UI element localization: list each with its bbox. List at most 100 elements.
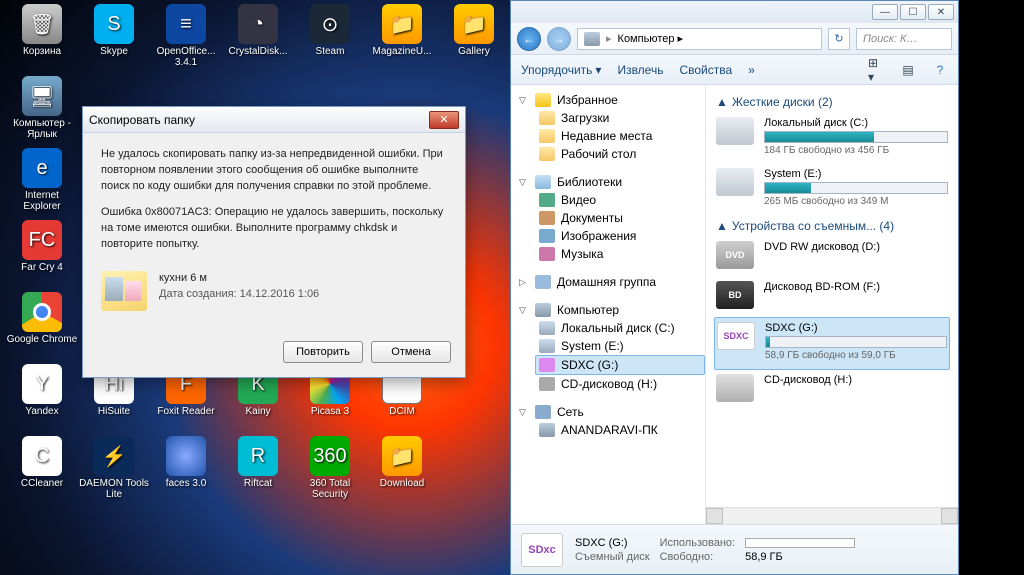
more-button[interactable]: »	[748, 63, 755, 77]
desktop-icon-ccleaner[interactable]: CCCleaner	[6, 434, 78, 506]
explorer-window: — ☐ ✕ ← → ▸ Компьютер ▸ ↻ Поиск: К… Упор…	[510, 0, 959, 575]
app-icon: ⊙	[310, 4, 350, 44]
app-icon	[166, 436, 206, 476]
drive-icon: BD	[716, 281, 754, 309]
app-icon: 📁	[382, 436, 422, 476]
preview-pane-icon[interactable]: ▤	[900, 62, 916, 78]
tree-group-header[interactable]: ▽Библиотеки	[519, 173, 705, 191]
app-icon: 🖥	[22, 76, 62, 116]
search-input[interactable]: Поиск: К…	[856, 28, 952, 50]
explorer-navbar: ← → ▸ Компьютер ▸ ↻ Поиск: К…	[511, 23, 958, 55]
refresh-button[interactable]: ↻	[828, 28, 850, 50]
drive-item[interactable]: Локальный диск (C:)184 ГБ свободно из 45…	[714, 113, 950, 164]
tree-group-header[interactable]: ▽Компьютер	[519, 301, 705, 319]
folder-icon	[101, 271, 147, 311]
drive-item[interactable]: CD-дисковод (H:)	[714, 370, 950, 410]
extract-button[interactable]: Извлечь	[617, 63, 663, 77]
drive-item[interactable]: System (E:)265 МБ свободно из 349 М	[714, 164, 950, 215]
tree-item[interactable]: Загрузки	[519, 109, 705, 127]
tree-group-header[interactable]: ▽Избранное	[519, 91, 705, 109]
dialog-close-button[interactable]: ✕	[429, 111, 459, 129]
app-icon: 📁	[382, 4, 422, 44]
desktop-icon-openoffice-3-4-1[interactable]: ≡OpenOffice... 3.4.1	[150, 2, 222, 74]
hdd-icon	[716, 117, 754, 145]
maximize-button[interactable]: ☐	[900, 4, 926, 20]
tree-item[interactable]: Документы	[519, 209, 705, 227]
tree-item[interactable]: Изображения	[519, 227, 705, 245]
explorer-content[interactable]: ▲Жесткие диски (2)Локальный диск (C:)184…	[706, 85, 958, 507]
view-options-icon[interactable]: ⊞ ▾	[868, 62, 884, 78]
status-type: Съемный диск	[575, 551, 650, 563]
desktop-icon-faces-3-0[interactable]: faces 3.0	[150, 434, 222, 506]
app-icon: FC	[22, 220, 62, 260]
drive-icon: DVD	[716, 241, 754, 269]
tree-group-header[interactable]: ▽Сеть	[519, 403, 705, 421]
app-icon: e	[22, 148, 62, 188]
tree-item[interactable]: Недавние места	[519, 127, 705, 145]
nav-forward-button[interactable]: →	[547, 27, 571, 51]
group-removable[interactable]: ▲Устройства со съемным... (4)	[714, 215, 950, 237]
cancel-button[interactable]: Отмена	[371, 341, 451, 363]
tree-item[interactable]: ANANDARAVI-ПК	[519, 421, 705, 439]
explorer-toolbar: Упорядочить ▾ Извлечь Свойства » ⊞ ▾ ▤ ?	[511, 55, 958, 85]
explorer-titlebar[interactable]: — ☐ ✕	[511, 1, 958, 23]
drive-item[interactable]: DVDDVD RW дисковод (D:)	[714, 237, 950, 277]
desktop-icon-crystaldisk-[interactable]: ◔CrystalDisk...	[222, 2, 294, 74]
desktop-icon-internet-explorer[interactable]: eInternet Explorer	[6, 146, 78, 218]
horizontal-scrollbar[interactable]	[706, 507, 958, 524]
address-text: Компьютер ▸	[618, 32, 684, 45]
minimize-button[interactable]: —	[872, 4, 898, 20]
tree-item[interactable]: CD-дисковод (H:)	[519, 375, 705, 393]
tree-item[interactable]: System (E:)	[519, 337, 705, 355]
group-hdd[interactable]: ▲Жесткие диски (2)	[714, 91, 950, 113]
app-icon: 🗑	[22, 4, 62, 44]
desktop-icon-steam[interactable]: ⊙Steam	[294, 2, 366, 74]
desktop-icon-magazineu-[interactable]: 📁MagazineU...	[366, 2, 438, 74]
desktop-icon-skype[interactable]: SSkype	[78, 2, 150, 74]
desktop-icon-riftcat[interactable]: RRiftcat	[222, 434, 294, 506]
address-bar[interactable]: ▸ Компьютер ▸	[577, 28, 822, 50]
app-icon: 360	[310, 436, 350, 476]
app-icon	[22, 292, 62, 332]
dialog-message-2: Ошибка 0x80071AC3: Операцию не удалось з…	[101, 205, 447, 253]
app-icon: R	[238, 436, 278, 476]
tree-homegroup[interactable]: ▷Домашняя группа	[519, 273, 705, 291]
drive-item[interactable]: SDXCSDXC (G:)58,9 ГБ свободно из 59,0 ГБ	[714, 317, 950, 370]
explorer-tree[interactable]: ▽ИзбранноеЗагрузкиНедавние местаРабочий …	[511, 85, 706, 524]
black-margin	[959, 0, 1024, 575]
sdxc-icon: SDxc	[521, 533, 563, 567]
retry-button[interactable]: Повторить	[283, 341, 363, 363]
desktop-icon-far-cry-4[interactable]: FCFar Cry 4	[6, 218, 78, 290]
tree-item[interactable]: SDXC (G:)	[535, 355, 705, 375]
help-icon[interactable]: ?	[932, 62, 948, 78]
desktop-icon-google-chrome[interactable]: Google Chrome	[6, 290, 78, 362]
tree-item[interactable]: Рабочий стол	[519, 145, 705, 163]
copy-folder-dialog: Скопировать папку ✕ Не удалось скопирова…	[82, 106, 466, 378]
dialog-message-1: Не удалось скопировать папку из-за непре…	[101, 147, 447, 195]
explorer-statusbar: SDxc SDXC (G:) Использовано: Съемный дис…	[511, 524, 958, 574]
drive-icon	[716, 374, 754, 402]
close-button[interactable]: ✕	[928, 4, 954, 20]
desktop-icon-download[interactable]: 📁Download	[366, 434, 438, 506]
desktop-icon-360-total-security[interactable]: 360360 Total Security	[294, 434, 366, 506]
properties-button[interactable]: Свойства	[679, 63, 732, 77]
tree-item[interactable]: Локальный диск (C:)	[519, 319, 705, 337]
hdd-icon	[716, 168, 754, 196]
nav-back-button[interactable]: ←	[517, 27, 541, 51]
organize-menu[interactable]: Упорядочить ▾	[521, 63, 601, 77]
tree-item[interactable]: Музыка	[519, 245, 705, 263]
desktop-icon-компьютер-ярлык[interactable]: 🖥Компьютер - Ярлык	[6, 74, 78, 146]
desktop-icon-daemon-tools-lite[interactable]: ⚡DAEMON Tools Lite	[78, 434, 150, 506]
computer-icon	[584, 32, 600, 46]
tree-item[interactable]: Видео	[519, 191, 705, 209]
desktop-icon-yandex[interactable]: YYandex	[6, 362, 78, 434]
dialog-titlebar[interactable]: Скопировать папку ✕	[83, 107, 465, 133]
desktop-icon-корзина[interactable]: 🗑Корзина	[6, 2, 78, 74]
app-icon: S	[94, 4, 134, 44]
drive-item[interactable]: BDДисковод BD-ROM (F:)	[714, 277, 950, 317]
app-icon: ≡	[166, 4, 206, 44]
status-title: SDXC (G:)	[575, 537, 650, 549]
status-used-label: Использовано:	[660, 537, 736, 549]
desktop-icon-gallery[interactable]: 📁Gallery	[438, 2, 510, 74]
dialog-folder-name: кухни 6 м	[159, 271, 319, 287]
